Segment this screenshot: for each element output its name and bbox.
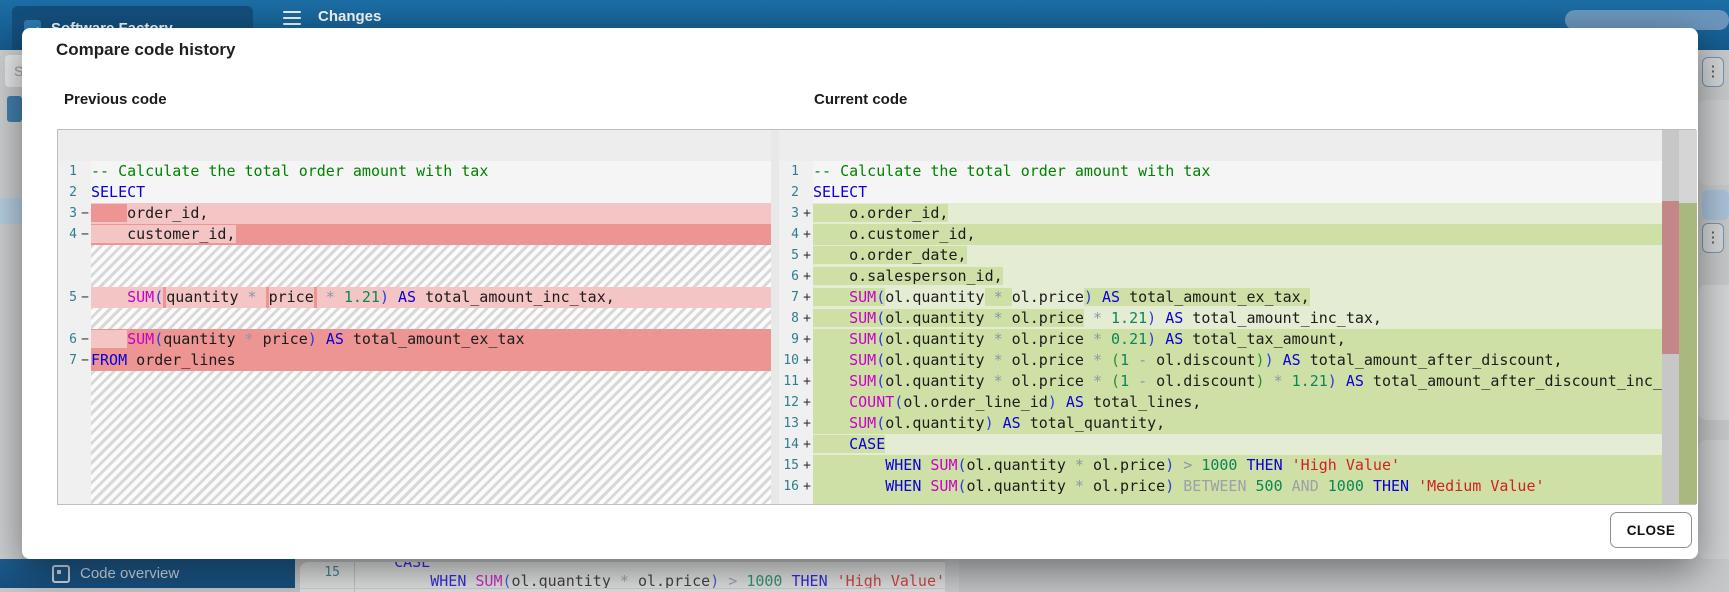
background-card: [1698, 440, 1729, 559]
background-chip: [1702, 190, 1729, 220]
sidebar-item-code-overview[interactable]: Code overview: [0, 559, 295, 588]
bg-line-number: 15: [324, 565, 340, 580]
background-card: [1698, 100, 1729, 185]
current-code-gutter: 1 2 3 +4 +5 +6 +7 +8 +9 +10 +11 +12 +13 +14 +15 +16 +: [779, 130, 813, 504]
overview-ruler: [1679, 130, 1697, 504]
scrollbar[interactable]: [1662, 130, 1679, 504]
background-cards-edge: ⋮ ⋮: [1698, 50, 1729, 559]
diff-editor: 1 2 3−4−5−6−7− -- Calculate the total orde…: [57, 129, 1697, 505]
sidebar-icon: [7, 96, 22, 122]
sidebar-edge: S: [0, 50, 31, 559]
previous-code-gutter: 1 2 3−4−5−6−7−: [58, 130, 91, 504]
kebab-menu-icon[interactable]: ⋮: [1702, 223, 1724, 253]
previous-code-label: Previous code: [64, 91, 167, 108]
overview-ruler-deleted-zone: [1662, 201, 1679, 354]
background-bottom: Code overview 15 CASE WHEN SUM(ol.quanti…: [0, 559, 1729, 592]
compare-code-history-dialog: Compare code history Previous code Curre…: [22, 28, 1698, 559]
tab-changes[interactable]: Changes: [318, 8, 381, 25]
background-code-editor: 15 CASE WHEN SUM(ol.quantity * ol.price)…: [300, 562, 945, 592]
kebab-menu-icon[interactable]: ⋮: [1702, 57, 1724, 87]
code-overview-icon: [52, 564, 70, 583]
sidebar-selected-row: [0, 198, 22, 224]
overview-ruler-added-zone: [1679, 203, 1697, 504]
close-button[interactable]: CLOSE: [1610, 512, 1692, 548]
menu-icon[interactable]: [283, 11, 301, 25]
dialog-title: Compare code history: [56, 40, 236, 59]
current-code-pane[interactable]: -- Calculate the total order amount with…: [813, 130, 1662, 504]
previous-code-pane[interactable]: -- Calculate the total order amount with…: [91, 130, 771, 504]
current-code-label: Current code: [814, 91, 908, 108]
header-pill: [1565, 10, 1729, 30]
background-card: [1698, 285, 1729, 420]
background-divider: [945, 559, 959, 592]
diff-splitter[interactable]: [771, 130, 779, 504]
